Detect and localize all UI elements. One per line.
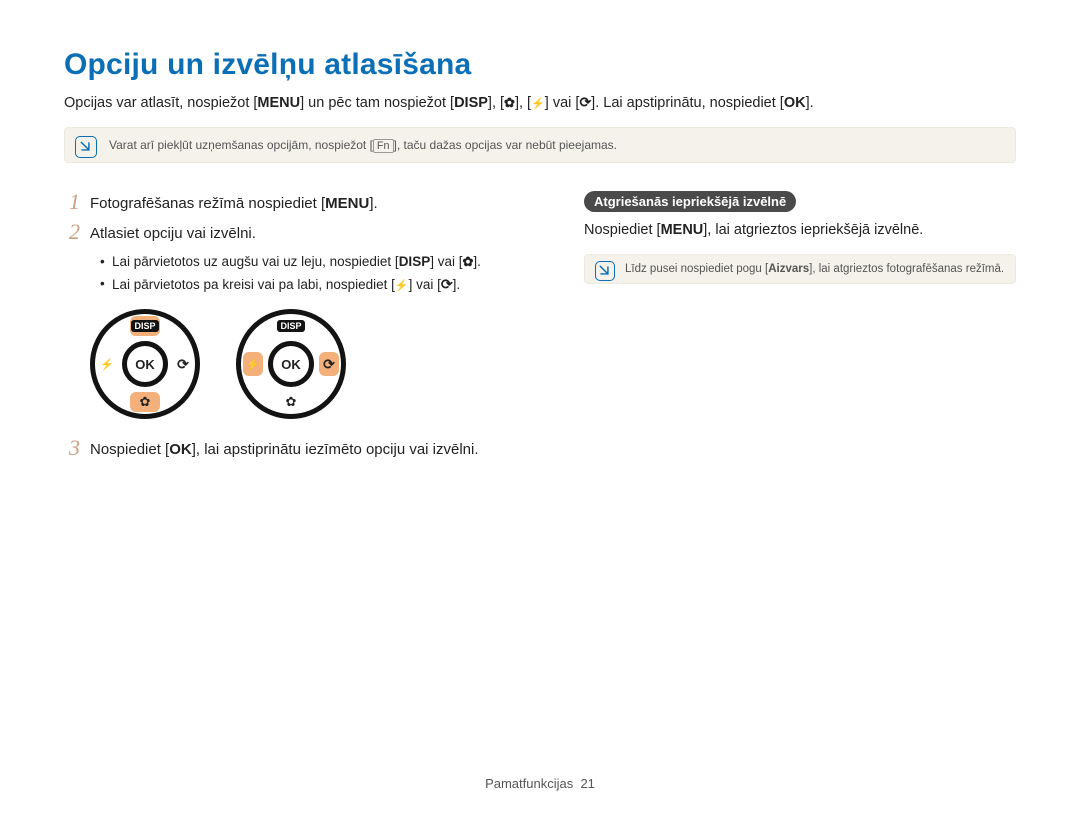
step-2: 2 Atlasiet opciju vai izvēlni. xyxy=(64,221,544,246)
step-text: Nospiediet [ xyxy=(90,441,169,458)
step-text: ]. xyxy=(369,195,377,212)
note-text: Līdz pusei nospiediet pogu [ xyxy=(625,263,768,275)
timer-icon xyxy=(579,92,591,115)
intro-text: ], [ xyxy=(488,95,504,111)
intro-text: ]. Lai apstiprinātu, nospiediet [ xyxy=(591,95,784,111)
menu-key: MENU xyxy=(661,220,704,242)
bullet-text: ] vai [ xyxy=(430,254,462,269)
intro-text: ]. xyxy=(806,95,814,111)
page-footer: Pamatfunkcijas 21 xyxy=(0,776,1080,791)
ok-key: OK xyxy=(784,95,806,111)
intro-paragraph: Opcijas var atlasīt, nospiežot [MENU] un… xyxy=(64,92,1016,115)
step-text: ], lai apstiprinātu iezīmēto opciju vai … xyxy=(192,441,479,458)
info-note: Līdz pusei nospiediet pogu [Aizvars], la… xyxy=(584,254,1016,284)
info-note: Varat arī piekļūt uzņemšanas opcijām, no… xyxy=(64,127,1016,163)
note-text: ], taču dažas opcijas var nebūt pieejama… xyxy=(394,138,617,152)
dial-top-disp: DISP xyxy=(276,316,306,336)
disp-key: DISP xyxy=(399,252,431,272)
flash-icon xyxy=(531,93,545,115)
step-text: Atlasiet opciju vai izvēlni. xyxy=(90,221,256,246)
timer-icon xyxy=(441,274,453,295)
note-icon xyxy=(595,261,615,281)
dial-right-timer-icon xyxy=(319,352,339,376)
dial-center-ok: OK xyxy=(122,341,168,387)
list-item: Lai pārvietotos uz augšu vai uz leju, no… xyxy=(100,252,544,272)
note-text: ], lai atgrieztos fotografēšanas režīmā. xyxy=(809,263,1004,275)
dial-bottom-macro-icon xyxy=(276,392,306,412)
bullet-text: ]. xyxy=(473,254,481,269)
step-3: 3 Nospiediet [OK], lai apstiprinātu iezī… xyxy=(64,437,544,462)
footer-section: Pamatfunkcijas xyxy=(485,776,573,791)
left-column: 1 Fotografēšanas režīmā nospiediet [MENU… xyxy=(64,191,544,468)
bullet-text: ] vai [ xyxy=(409,277,441,292)
intro-text: ] un pēc tam nospiežot [ xyxy=(300,95,454,111)
right-text: Nospiediet [MENU], lai atgrieztos ieprie… xyxy=(584,220,1016,242)
right-column: Atgriešanās iepriekšējā izvēlnē Nospiedi… xyxy=(584,191,1016,468)
menu-key: MENU xyxy=(325,193,369,216)
control-dials: DISP OK DISP OK xyxy=(90,309,544,419)
text: ], lai atgrieztos iepriekšējā izvēlnē. xyxy=(703,222,923,238)
dial-bottom-macro-icon xyxy=(130,392,160,412)
footer-page-number: 21 xyxy=(580,776,594,791)
dial-left-flash-icon xyxy=(97,352,117,376)
step-2-bullets: Lai pārvietotos uz augšu vai uz leju, no… xyxy=(100,252,544,296)
dial-left-flash-icon xyxy=(243,352,263,376)
shutter-key: Aizvars xyxy=(768,263,809,275)
bullet-text: ]. xyxy=(453,277,461,292)
dial-center-ok: OK xyxy=(268,341,314,387)
subsection-heading: Atgriešanās iepriekšējā izvēlnē xyxy=(584,191,796,212)
list-item: Lai pārvietotos pa kreisi vai pa labi, n… xyxy=(100,274,544,295)
step-text: Fotografēšanas režīmā nospiediet [ xyxy=(90,195,325,212)
intro-text: Opcijas var atlasīt, nospiežot [ xyxy=(64,95,257,111)
macro-icon xyxy=(462,252,473,272)
note-text: Varat arī piekļūt uzņemšanas opcijām, no… xyxy=(109,138,373,152)
bullet-text: Lai pārvietotos pa kreisi vai pa labi, n… xyxy=(112,277,395,292)
intro-text: ] vai [ xyxy=(545,95,580,111)
step-1: 1 Fotografēšanas režīmā nospiediet [MENU… xyxy=(64,191,544,216)
dial-right-timer-icon xyxy=(173,352,193,376)
bullet-text: Lai pārvietotos uz augšu vai uz leju, no… xyxy=(112,254,399,269)
step-number: 2 xyxy=(64,221,80,243)
intro-text: ], [ xyxy=(515,95,531,111)
page-title: Opciju un izvēlņu atlasīšana xyxy=(64,48,1016,82)
fn-key: Fn xyxy=(373,139,394,153)
text: Nospiediet [ xyxy=(584,222,661,238)
dial-top-disp: DISP xyxy=(130,316,160,336)
macro-icon xyxy=(504,93,515,115)
menu-key: MENU xyxy=(257,93,300,115)
note-icon xyxy=(75,136,97,158)
step-number: 3 xyxy=(64,437,80,459)
dial-horizontal: DISP OK xyxy=(236,309,346,419)
dial-vertical: DISP OK xyxy=(90,309,200,419)
disp-key: DISP xyxy=(454,93,488,115)
flash-icon xyxy=(395,275,409,295)
step-number: 1 xyxy=(64,191,80,213)
ok-key: OK xyxy=(169,441,192,458)
